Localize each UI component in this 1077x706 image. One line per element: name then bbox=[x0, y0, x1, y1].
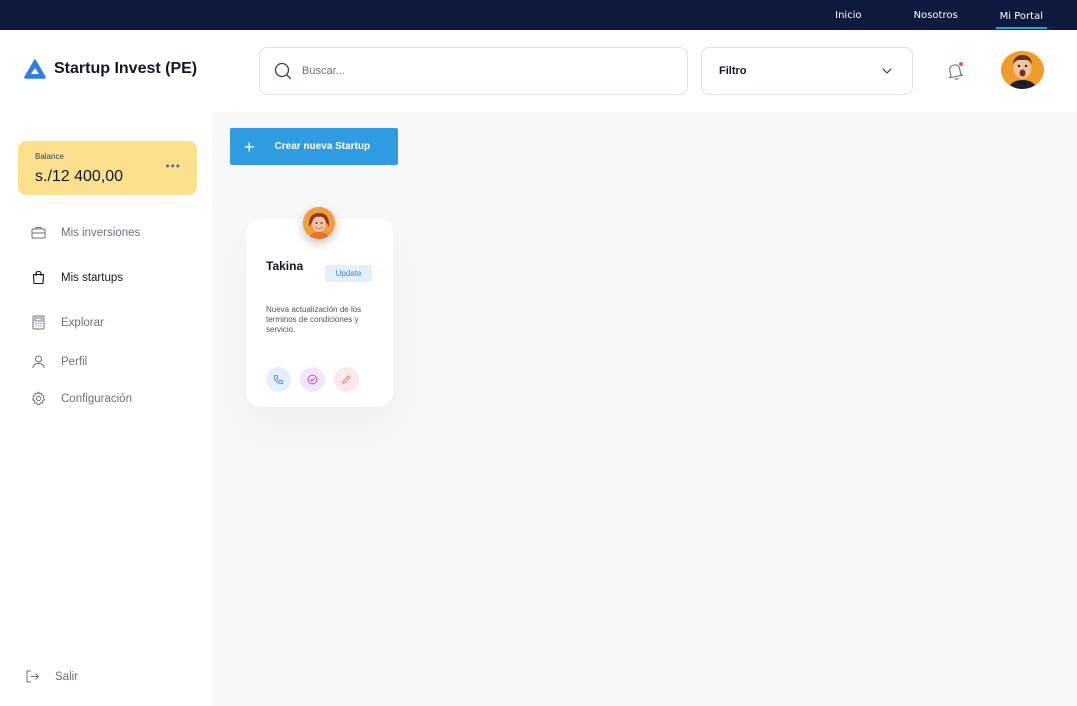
call-button[interactable] bbox=[266, 367, 291, 392]
edit-button[interactable] bbox=[334, 367, 359, 392]
top-nav: Inicio Nosotros Mi Portal bbox=[831, 0, 1047, 30]
status-badge: Update bbox=[325, 265, 372, 282]
sidebar-item-configuracion[interactable]: Configuración bbox=[31, 391, 132, 406]
sidebar-item-perfil[interactable]: Perfil bbox=[31, 354, 87, 369]
phone-icon bbox=[273, 374, 284, 385]
sidebar-item-mis-inversiones[interactable]: Mis inversiones bbox=[31, 225, 140, 240]
startup-avatar-image bbox=[303, 207, 335, 239]
filter-label: Filtro bbox=[719, 65, 747, 77]
top-nav-bar: Inicio Nosotros Mi Portal bbox=[0, 0, 1077, 30]
balance-card: Balance s./12 400,00 ••• bbox=[18, 141, 197, 195]
sidebar-item-label: Explorar bbox=[61, 316, 104, 329]
startup-avatar bbox=[303, 207, 335, 239]
balance-label: Balance bbox=[35, 152, 64, 161]
create-startup-label: Crear nueva Startup bbox=[274, 141, 371, 152]
logout-icon bbox=[26, 670, 40, 683]
search-icon bbox=[274, 62, 292, 80]
sidebar-item-mis-startups[interactable]: Mis startups bbox=[31, 270, 123, 285]
sidebar-item-label: Perfil bbox=[61, 355, 88, 368]
main-content: + Crear nueva Startup Takina Update Nuev… bbox=[212, 112, 1077, 706]
card-actions bbox=[266, 367, 359, 392]
startup-description: Nueva actualización de los terminos de c… bbox=[266, 305, 362, 334]
filter-dropdown[interactable]: Filtro bbox=[701, 47, 913, 95]
pencil-icon bbox=[342, 375, 351, 384]
triangle-logo-icon bbox=[24, 59, 46, 79]
search-box[interactable] bbox=[259, 47, 688, 95]
bell-icon[interactable] bbox=[944, 60, 966, 82]
nav-link-inicio[interactable]: Inicio bbox=[831, 0, 865, 30]
user-avatar[interactable] bbox=[1001, 51, 1044, 89]
plus-icon: + bbox=[244, 136, 255, 157]
chevron-down-icon bbox=[882, 68, 892, 74]
logout-button[interactable]: Salir bbox=[25, 669, 78, 684]
startup-card[interactable]: Takina Update Nueva actualización de los… bbox=[246, 207, 393, 407]
check-circle-icon bbox=[307, 374, 318, 385]
more-options-icon[interactable]: ••• bbox=[165, 159, 181, 173]
shopping-bag-icon bbox=[32, 270, 45, 285]
sidebar-item-explorar[interactable]: Explorar bbox=[31, 315, 104, 330]
startup-name: Takina bbox=[266, 259, 304, 273]
avatar-image bbox=[1001, 51, 1044, 89]
logout-label: Salir bbox=[55, 670, 79, 683]
briefcase-icon bbox=[31, 227, 46, 239]
app-header: Startup Invest (PE) Filtro bbox=[0, 30, 1077, 112]
search-input[interactable] bbox=[302, 65, 662, 77]
balance-amount: s./12 400,00 bbox=[35, 168, 124, 185]
approve-button[interactable] bbox=[300, 367, 325, 392]
sidebar-item-label: Mis inversiones bbox=[61, 226, 141, 239]
gear-icon bbox=[32, 391, 45, 406]
nav-link-nosotros[interactable]: Nosotros bbox=[910, 0, 962, 30]
app-title: Startup Invest (PE) bbox=[54, 60, 198, 77]
sidebar-item-label: Configuración bbox=[61, 392, 132, 405]
create-startup-button[interactable]: + Crear nueva Startup bbox=[230, 128, 398, 165]
app-logo[interactable]: Startup Invest (PE) bbox=[24, 59, 197, 79]
nav-link-mi-portal[interactable]: Mi Portal bbox=[995, 1, 1047, 29]
sidebar: Balance s./12 400,00 ••• Mis inversiones… bbox=[0, 112, 212, 706]
calculator-icon bbox=[32, 315, 45, 330]
sidebar-item-label: Mis startups bbox=[61, 271, 123, 284]
user-icon bbox=[32, 355, 45, 369]
